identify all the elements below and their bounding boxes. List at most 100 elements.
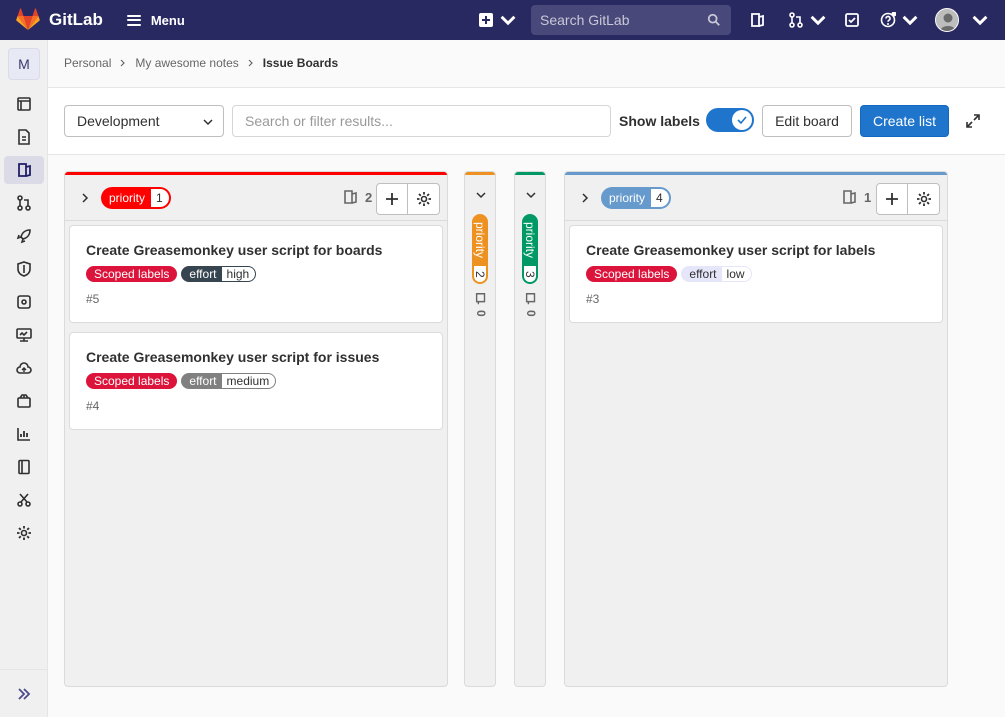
label-key: priority: [109, 191, 146, 205]
collapse-sidebar-button[interactable]: [0, 669, 48, 717]
label-value: low: [721, 267, 751, 281]
sidebar-item-project[interactable]: [4, 90, 44, 118]
merge-requests-dropdown[interactable]: [788, 10, 826, 30]
sidebar-item-settings[interactable]: [4, 519, 44, 547]
cloud-icon: [16, 362, 32, 374]
issue-reference: #5: [86, 292, 100, 306]
board-switcher-value: Development: [77, 113, 160, 129]
filter-search-placeholder: Search or filter results...: [245, 113, 393, 129]
chevron-down-icon: [902, 15, 918, 26]
menu-label: Menu: [150, 12, 185, 28]
plus-icon: [386, 193, 398, 205]
issue-labels: Scoped labels effort high: [86, 266, 257, 282]
chevron-down-icon: [500, 15, 516, 26]
list-settings-button[interactable]: [408, 183, 440, 215]
chevron-right-icon[interactable]: [79, 192, 91, 204]
issue-title[interactable]: Create Greasemonkey user script for boar…: [86, 242, 382, 258]
sidebar-item-snippets[interactable]: [4, 486, 44, 514]
gear-icon: [416, 192, 431, 206]
label-key: effort: [189, 267, 217, 281]
chevron-down-icon[interactable]: [475, 189, 487, 201]
list-label-badge[interactable]: priority 4: [601, 187, 671, 209]
chevron-right-icon[interactable]: [579, 192, 591, 204]
help-dropdown[interactable]: [880, 10, 918, 30]
board-switcher-dropdown[interactable]: Development: [64, 105, 224, 137]
breadcrumb-personal[interactable]: Personal: [64, 56, 111, 70]
rocket-icon: [16, 229, 31, 244]
list-label-badge[interactable]: priority 2: [472, 214, 488, 284]
board-list-priority-1: priority 1 2 Create Greasemonkey user sc…: [64, 171, 448, 687]
label-value: medium: [221, 374, 276, 388]
create-list-button[interactable]: Create list: [860, 105, 949, 137]
show-labels-label: Show labels: [619, 113, 700, 129]
issue-card[interactable]: Create Greasemonkey user script for boar…: [69, 225, 443, 323]
issue-card[interactable]: Create Greasemonkey user script for issu…: [69, 332, 443, 430]
sidebar-item-merge-requests[interactable]: [4, 189, 44, 217]
breadcrumb-project[interactable]: My awesome notes: [135, 56, 238, 70]
plus-icon: [886, 193, 898, 205]
label-value: 4: [651, 189, 669, 207]
sidebar-item-monitor[interactable]: [4, 321, 44, 349]
label-key: effort: [189, 374, 217, 388]
issue-count: 0: [522, 292, 540, 317]
effort-label[interactable]: effort high: [181, 266, 257, 282]
maximize-icon[interactable]: [965, 113, 981, 129]
sidebar-item-infrastructure[interactable]: [4, 354, 44, 382]
issues-nav-button[interactable]: [749, 10, 765, 30]
merge-request-icon: [17, 195, 31, 211]
todos-button[interactable]: [844, 10, 860, 30]
sidebar-item-cicd[interactable]: [4, 222, 44, 250]
sidebar-item-security[interactable]: [4, 255, 44, 283]
list-settings-button[interactable]: [908, 183, 940, 215]
new-issue-button[interactable]: [376, 183, 408, 215]
breadcrumb-current[interactable]: Issue Boards: [263, 56, 338, 70]
sidebar-item-packages[interactable]: [4, 387, 44, 415]
chevron-down-icon: [810, 15, 826, 26]
plus-square-icon: [479, 13, 493, 27]
edit-board-button[interactable]: Edit board: [762, 105, 852, 137]
sidebar-item-wiki[interactable]: [4, 453, 44, 481]
chevron-right-icon: [248, 59, 253, 67]
project-sidebar: M: [0, 40, 48, 717]
issue-count: 2: [342, 189, 372, 205]
list-label-badge[interactable]: priority 1: [101, 187, 171, 209]
board-list-priority-2-collapsed: priority 2 0: [464, 171, 496, 687]
effort-label[interactable]: effort medium: [181, 373, 277, 389]
issue-title[interactable]: Create Greasemonkey user script for issu…: [86, 349, 379, 365]
chevron-down-icon[interactable]: [525, 189, 537, 201]
show-labels-toggle[interactable]: [706, 108, 754, 132]
label-value: high: [221, 267, 256, 281]
menu-button[interactable]: Menu: [126, 12, 185, 28]
list-header: priority 4 1: [565, 175, 947, 221]
issue-count-value: 1: [864, 189, 872, 205]
board-list-priority-4: priority 4 1 Create Greasemonkey user sc…: [564, 171, 948, 687]
sidebar-item-repository[interactable]: [4, 123, 44, 151]
issue-count: 1: [841, 189, 871, 205]
issues-icon: [18, 163, 31, 177]
issues-icon: [843, 190, 856, 204]
scoped-labels-label[interactable]: Scoped labels: [586, 266, 678, 282]
sidebar-item-analytics[interactable]: [4, 420, 44, 448]
scoped-labels-label[interactable]: Scoped labels: [86, 266, 178, 282]
sidebar-item-issues[interactable]: [4, 156, 44, 184]
list-label-badge[interactable]: priority 3: [522, 214, 538, 284]
gitlab-logo[interactable]: GitLab: [16, 8, 103, 32]
issue-card[interactable]: Create Greasemonkey user script for labe…: [569, 225, 943, 323]
search-input[interactable]: Search GitLab: [531, 5, 731, 35]
issue-title[interactable]: Create Greasemonkey user script for labe…: [586, 242, 875, 258]
user-avatar-icon: [936, 9, 958, 31]
project-avatar[interactable]: M: [8, 48, 40, 80]
filter-search-input[interactable]: Search or filter results...: [232, 105, 611, 137]
toggle-knob: [732, 110, 752, 130]
scoped-labels-label[interactable]: Scoped labels: [86, 373, 178, 389]
issues-icon: [344, 190, 357, 204]
sidebar-item-deployments[interactable]: [4, 288, 44, 316]
gear-icon: [17, 526, 31, 540]
effort-label[interactable]: effort low: [681, 266, 752, 282]
issues-icon: [525, 293, 536, 305]
list-header: priority 1 2: [65, 175, 447, 221]
user-menu-caret[interactable]: [966, 10, 988, 30]
user-avatar[interactable]: [935, 8, 959, 32]
new-issue-button[interactable]: [876, 183, 908, 215]
new-dropdown[interactable]: [478, 10, 516, 30]
